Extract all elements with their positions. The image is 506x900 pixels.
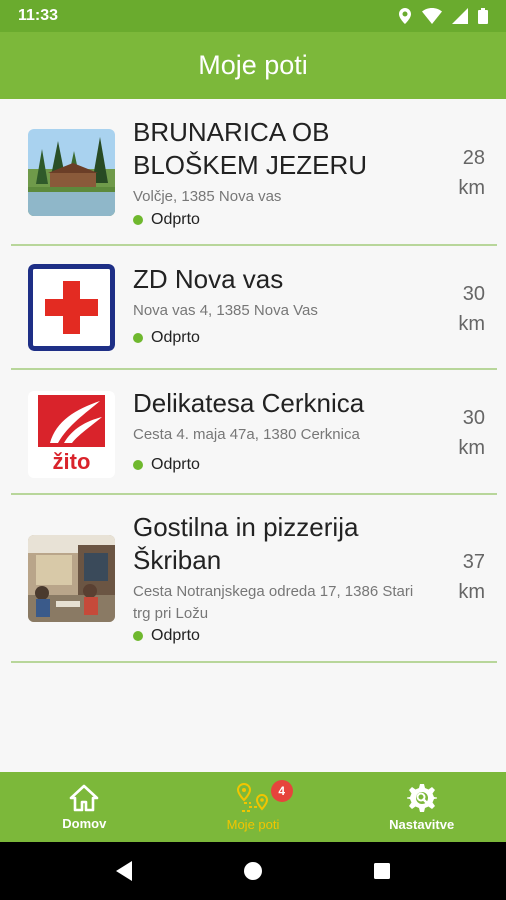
status-text: Odprto [151, 627, 200, 644]
item-name: Gostilna in pizzerija Škriban [133, 512, 359, 575]
open-dot-icon [133, 631, 143, 641]
status-text: Odprto [151, 456, 200, 473]
status-badge: Odprto [133, 211, 200, 229]
route-icon [237, 782, 269, 812]
item-distance: 28 km [435, 143, 485, 203]
distance-value: 30 [462, 283, 485, 305]
settings-icon [406, 783, 437, 812]
item-name: BRUNARICA OB BLOŠKEM JEZERU [133, 117, 368, 180]
home-icon [70, 784, 99, 811]
nav-item-home[interactable]: Domov [0, 772, 169, 842]
nav-label-settings: Nastavitve [389, 816, 455, 832]
back-icon [116, 861, 133, 881]
distance-value: 30 [462, 407, 485, 429]
item-address: Volčje, 1385 Nova vas [133, 188, 282, 205]
nav-item-settings[interactable]: Nastavitve [337, 772, 506, 842]
item-name: Delikatesa Cerknica [133, 388, 365, 418]
red-cross-logo [28, 264, 115, 351]
system-nav-bar [0, 842, 506, 900]
distance-value: 28 [462, 147, 485, 169]
wifi-icon [422, 8, 442, 24]
location-icon [399, 8, 411, 24]
item-distance: 30 km [435, 279, 485, 339]
nav-item-routes[interactable]: Moje poti 4 [169, 772, 338, 842]
home-button[interactable] [233, 851, 273, 891]
recents-icon [373, 863, 390, 879]
list-item[interactable]: Gostilna in pizzerija Škriban Cesta Notr… [11, 495, 497, 663]
open-dot-icon [133, 333, 143, 343]
restaurant-photo [28, 535, 115, 622]
nav-label-routes: Moje poti [226, 816, 280, 832]
home-circle-icon [243, 862, 262, 880]
item-address: Nova vas 4, 1385 Nova Vas [133, 302, 318, 319]
status-bar: 11:33 [0, 0, 506, 32]
app-bar: Moje poti [0, 32, 506, 99]
item-address: Cesta 4. maja 47a, 1380 Cerknica [133, 426, 360, 443]
status-badge: Odprto [133, 456, 200, 474]
recents-button[interactable] [362, 851, 402, 891]
item-name: ZD Nova vas [133, 264, 284, 294]
status-time: 11:33 [18, 7, 59, 24]
distance-unit: km [458, 437, 485, 459]
status-badge: Odprto [133, 627, 200, 645]
page-title: Moje poti [198, 50, 308, 80]
zito-logo: žito [28, 391, 115, 478]
signal-icon [452, 8, 468, 24]
open-dot-icon [133, 215, 143, 225]
back-button[interactable] [104, 851, 144, 891]
item-distance: 37 km [435, 547, 485, 607]
item-address: Cesta Notranjskega odreda 17, 1386 Stari… [133, 583, 414, 622]
routes-count-badge: 4 [270, 780, 293, 802]
distance-unit: km [458, 313, 485, 335]
nav-label-home: Domov [62, 815, 107, 831]
list-item[interactable]: ZD Nova vas Nova vas 4, 1385 Nova Vas Od… [11, 246, 497, 370]
distance-unit: km [458, 177, 485, 199]
status-text: Odprto [151, 211, 200, 228]
item-distance: 30 km [435, 403, 485, 463]
battery-icon [478, 8, 488, 24]
list-item[interactable]: BRUNARICA OB BLOŠKEM JEZERU Volčje, 1385… [11, 99, 497, 246]
distance-value: 37 [462, 551, 485, 573]
status-badge: Odprto [133, 329, 200, 347]
list-item[interactable]: žito Delikatesa Cerknica Cesta 4. maja 4… [11, 370, 497, 495]
open-dot-icon [133, 460, 143, 470]
zito-logo-text: žito [53, 449, 91, 474]
lake-cabin-photo [28, 129, 115, 216]
status-text: Odprto [151, 329, 200, 346]
route-list: BRUNARICA OB BLOŠKEM JEZERU Volčje, 1385… [0, 99, 506, 772]
status-icons [398, 8, 488, 24]
distance-unit: km [458, 581, 485, 603]
bottom-nav: Domov Moje poti 4 Nastavitve [0, 772, 506, 842]
